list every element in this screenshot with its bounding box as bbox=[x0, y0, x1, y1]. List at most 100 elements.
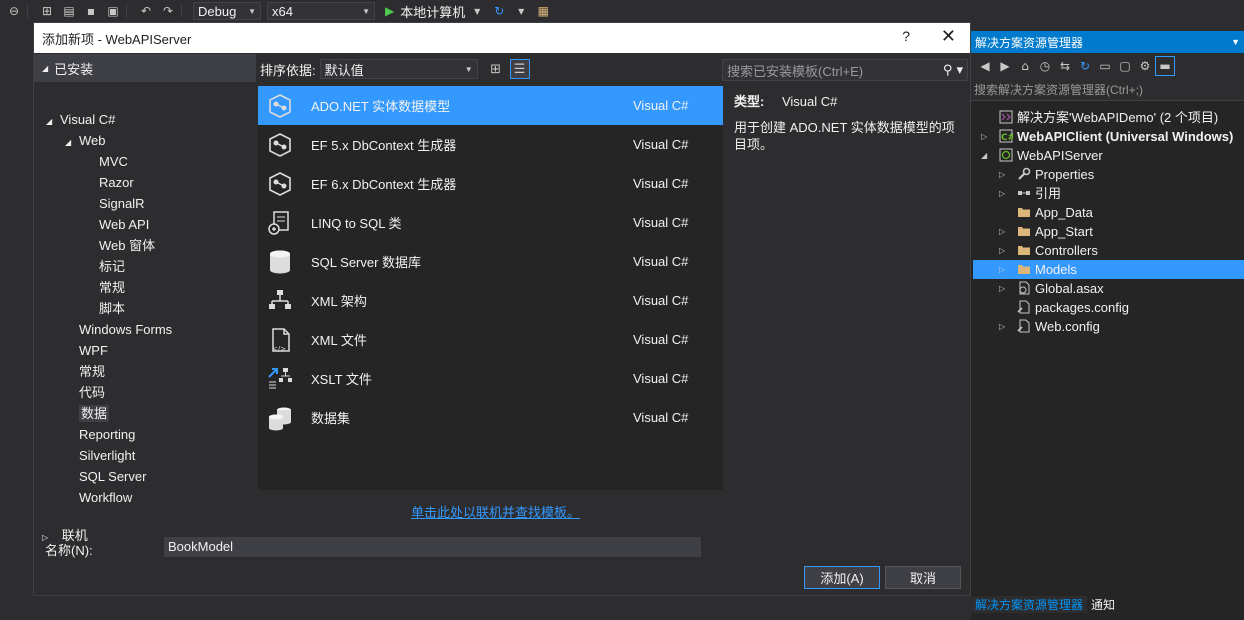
template-search-input[interactable]: 搜索已安装模板(Ctrl+E) ⚲ ▾ bbox=[722, 59, 968, 81]
solution-tree-item[interactable]: packages.config bbox=[973, 298, 1244, 317]
online-templates-link[interactable]: 单击此处以联机并查找模板。 bbox=[411, 502, 580, 521]
back-icon[interactable]: ⊖ bbox=[6, 3, 22, 19]
template-row[interactable]: EF 5.x DbContext 生成器 Visual C# bbox=[258, 125, 723, 164]
platform-combo[interactable]: x64 ▼ bbox=[267, 2, 375, 20]
save-all-icon[interactable]: ▣ bbox=[105, 3, 121, 19]
category-item[interactable]: Web 窗体 bbox=[85, 235, 155, 256]
expand-triangle-icon[interactable]: ▷ bbox=[999, 317, 1005, 336]
detail-type-key: 类型: bbox=[734, 94, 765, 109]
browser-link-icon[interactable]: ▦ bbox=[535, 3, 551, 19]
template-row[interactable]: XSLT 文件 Visual C# bbox=[258, 359, 723, 398]
entity-model-icon bbox=[266, 92, 294, 120]
category-item[interactable]: 脚本 bbox=[85, 298, 125, 319]
solution-tree-item[interactable]: ▷ Global.asax bbox=[973, 279, 1244, 298]
preview-icon[interactable]: ▬ bbox=[1155, 56, 1175, 76]
add-button[interactable]: 添加(A) bbox=[804, 566, 880, 589]
solution-item-label: packages.config bbox=[1035, 300, 1129, 315]
refresh-icon[interactable]: ↻ bbox=[491, 3, 507, 19]
category-item[interactable]: 常规 bbox=[65, 361, 105, 382]
template-row[interactable]: </> XML 文件 Visual C# bbox=[258, 320, 723, 359]
expand-triangle-icon[interactable]: ▷ bbox=[999, 279, 1005, 298]
start-debug-button[interactable]: ▶ 本地计算机 ▼ bbox=[385, 2, 485, 21]
configuration-combo[interactable]: Debug ▼ bbox=[193, 2, 261, 20]
expand-triangle-icon[interactable]: ▷ bbox=[981, 127, 987, 146]
template-row[interactable]: XML 架构 Visual C# bbox=[258, 281, 723, 320]
solution-tree-item[interactable]: 解决方案'WebAPIDemo' (2 个项目) bbox=[973, 108, 1244, 127]
category-item[interactable]: 常规 bbox=[85, 277, 125, 298]
collapse-triangle-icon[interactable]: ◢ bbox=[981, 146, 987, 165]
forward-icon[interactable]: ▶ bbox=[995, 56, 1015, 76]
category-item[interactable]: SQL Server bbox=[65, 466, 146, 487]
name-field[interactable]: BookModel bbox=[164, 537, 701, 557]
chevron-down-icon[interactable]: ▼ bbox=[1231, 37, 1240, 47]
template-language: Visual C# bbox=[633, 137, 689, 152]
open-file-icon[interactable]: ▤ bbox=[61, 3, 77, 19]
solution-item-label: App_Data bbox=[1035, 205, 1093, 220]
solution-tree-item[interactable]: ▷ App_Start bbox=[973, 222, 1244, 241]
category-label: SQL Server bbox=[79, 469, 147, 484]
save-icon[interactable]: ▪ bbox=[83, 3, 99, 19]
config-file-icon bbox=[1017, 319, 1031, 333]
category-item[interactable]: MVC bbox=[85, 151, 128, 172]
template-row[interactable]: EF 6.x DbContext 生成器 Visual C# bbox=[258, 164, 723, 203]
template-row[interactable]: LINQ to SQL 类 Visual C# bbox=[258, 203, 723, 242]
solution-tree-item[interactable]: ▷ Web.config bbox=[973, 317, 1244, 336]
expand-triangle-icon[interactable]: ▷ bbox=[999, 241, 1005, 260]
installed-header[interactable]: ◢ 已安装 bbox=[34, 54, 256, 82]
expand-triangle-icon[interactable]: ▷ bbox=[999, 222, 1005, 241]
tab-notifications[interactable]: 通知 bbox=[1087, 596, 1119, 613]
grid-view-icon[interactable]: ⊞ bbox=[486, 59, 506, 79]
expand-triangle-icon[interactable]: ▷ bbox=[999, 260, 1005, 279]
collapse-all-icon[interactable]: ▭ bbox=[1095, 56, 1115, 76]
solution-tree-item[interactable]: ◢ WebAPIServer bbox=[973, 146, 1244, 165]
home-icon[interactable]: ⌂ bbox=[1015, 56, 1035, 76]
solution-tree-item[interactable]: App_Data bbox=[973, 203, 1244, 222]
undo-icon[interactable]: ↶ bbox=[138, 3, 154, 19]
collapse-triangle-icon[interactable]: ◢ bbox=[65, 132, 79, 153]
close-icon[interactable]: ✕ bbox=[941, 26, 956, 47]
expand-triangle-icon[interactable]: ▷ bbox=[999, 184, 1005, 203]
template-row[interactable]: 数据集 Visual C# bbox=[258, 398, 723, 437]
solution-tree-item[interactable]: ▷ Properties bbox=[973, 165, 1244, 184]
category-item[interactable]: Workflow bbox=[65, 487, 132, 508]
expand-triangle-icon[interactable]: ▷ bbox=[999, 165, 1005, 184]
sync-icon[interactable]: ⇆ bbox=[1055, 56, 1075, 76]
category-item[interactable]: ◢ Web bbox=[65, 130, 106, 151]
show-all-files-icon[interactable]: ▢ bbox=[1115, 56, 1135, 76]
solution-tree-item[interactable]: ▷ Models bbox=[973, 260, 1244, 279]
category-item[interactable]: Razor bbox=[85, 172, 134, 193]
category-item[interactable]: 标记 bbox=[85, 256, 125, 277]
solution-tree-item[interactable]: ▷ 引用 bbox=[973, 184, 1244, 203]
solution-tree-item[interactable]: ▷ Controllers bbox=[973, 241, 1244, 260]
template-row[interactable]: SQL Server 数据库 Visual C# bbox=[258, 242, 723, 281]
collapse-triangle-icon[interactable]: ◢ bbox=[46, 111, 60, 132]
category-item[interactable]: Windows Forms bbox=[65, 319, 172, 340]
solution-tree-item[interactable]: ▷ C# WebAPIClient (Universal Windows) bbox=[973, 127, 1244, 146]
back-icon[interactable]: ◀ bbox=[975, 56, 995, 76]
dialog-titlebar: 添加新项 - WebAPIServer ? ✕ bbox=[34, 23, 970, 53]
category-item[interactable]: WPF bbox=[65, 340, 108, 361]
new-project-icon[interactable]: ⊞ bbox=[39, 3, 55, 19]
history-icon[interactable]: ◷ bbox=[1035, 56, 1055, 76]
search-icon[interactable]: ⚲ ▾ bbox=[943, 63, 963, 78]
category-item[interactable]: 数据 bbox=[65, 403, 110, 424]
category-item[interactable]: Silverlight bbox=[65, 445, 135, 466]
list-view-icon[interactable]: ☰ bbox=[509, 59, 530, 79]
properties-wrench-icon[interactable]: ⚙ bbox=[1135, 56, 1155, 76]
chevron-down-icon[interactable]: ▼ bbox=[469, 3, 485, 19]
category-item[interactable]: SignalR bbox=[85, 193, 145, 214]
tab-solution-explorer[interactable]: 解决方案资源管理器 bbox=[971, 595, 1088, 613]
category-item[interactable]: 代码 bbox=[65, 382, 105, 403]
cancel-button[interactable]: 取消 bbox=[885, 566, 961, 589]
chevron-down-icon[interactable]: ▼ bbox=[513, 3, 529, 19]
web-project-icon bbox=[999, 148, 1013, 162]
category-item[interactable]: ◢ Visual C# bbox=[46, 109, 115, 130]
help-button[interactable]: ? bbox=[902, 28, 910, 44]
category-item[interactable]: Web API bbox=[85, 214, 149, 235]
category-item[interactable]: Reporting bbox=[65, 424, 135, 445]
sort-combo[interactable]: 默认值 ▼ bbox=[319, 59, 478, 79]
template-row[interactable]: ADO.NET 实体数据模型 Visual C# bbox=[258, 86, 723, 125]
refresh-icon[interactable]: ↻ bbox=[1075, 56, 1095, 76]
redo-icon[interactable]: ↷ bbox=[160, 3, 176, 19]
solution-search-input[interactable]: 搜索解决方案资源管理器(Ctrl+;) bbox=[971, 79, 1244, 101]
